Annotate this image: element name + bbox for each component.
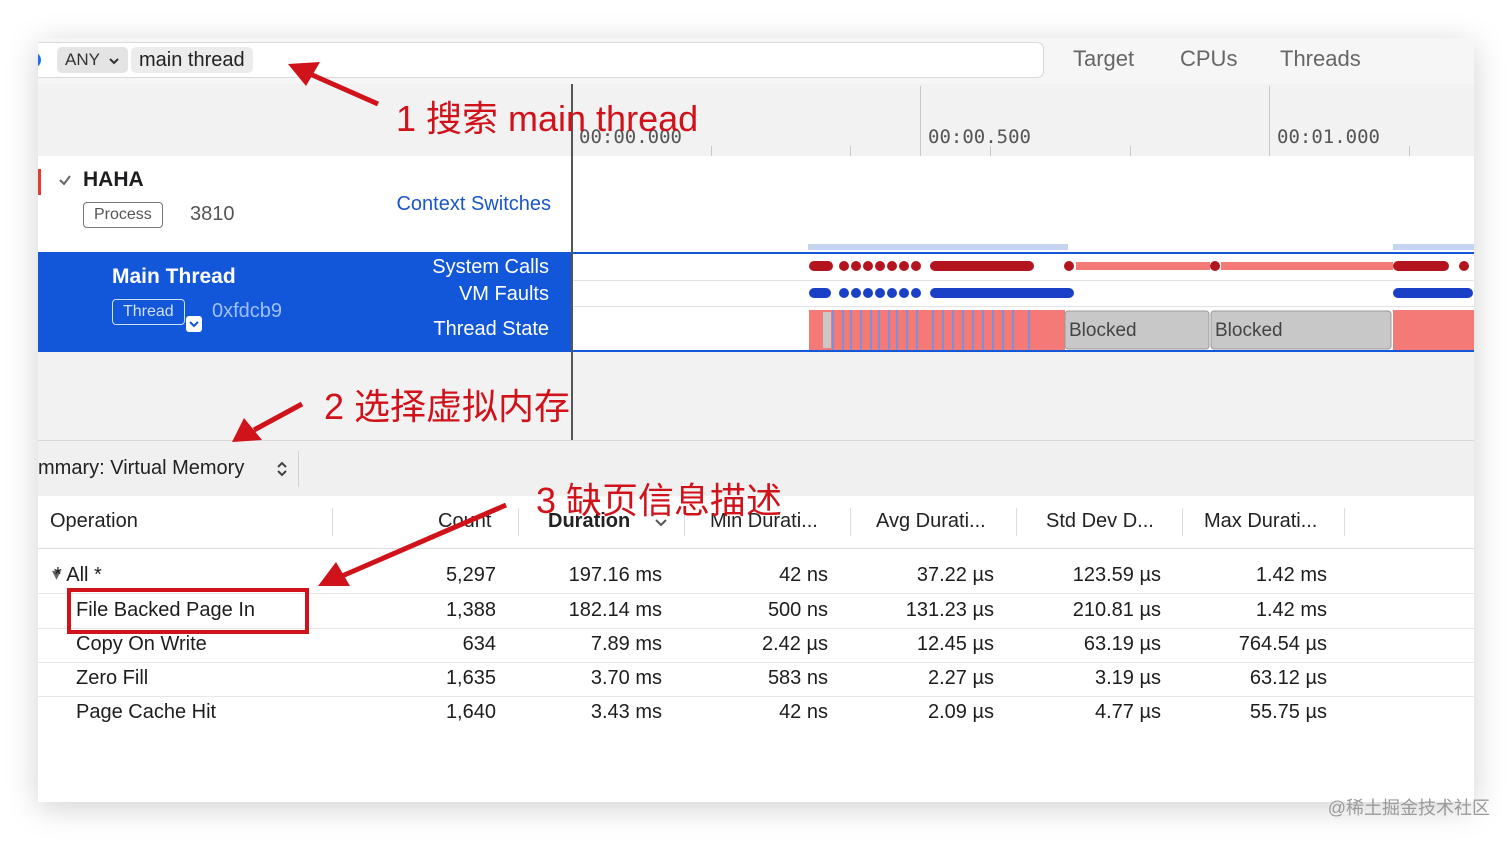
annotation-step3: 3 缺页信息描述 [536,480,783,521]
annotation-step1: 1 搜索 main thread [396,98,699,139]
annotation-arrows [232,62,507,586]
watermark: @稀土掘金技术社区 [1327,798,1490,818]
annotation-step2: 2 选择虚拟内存 [324,386,571,427]
